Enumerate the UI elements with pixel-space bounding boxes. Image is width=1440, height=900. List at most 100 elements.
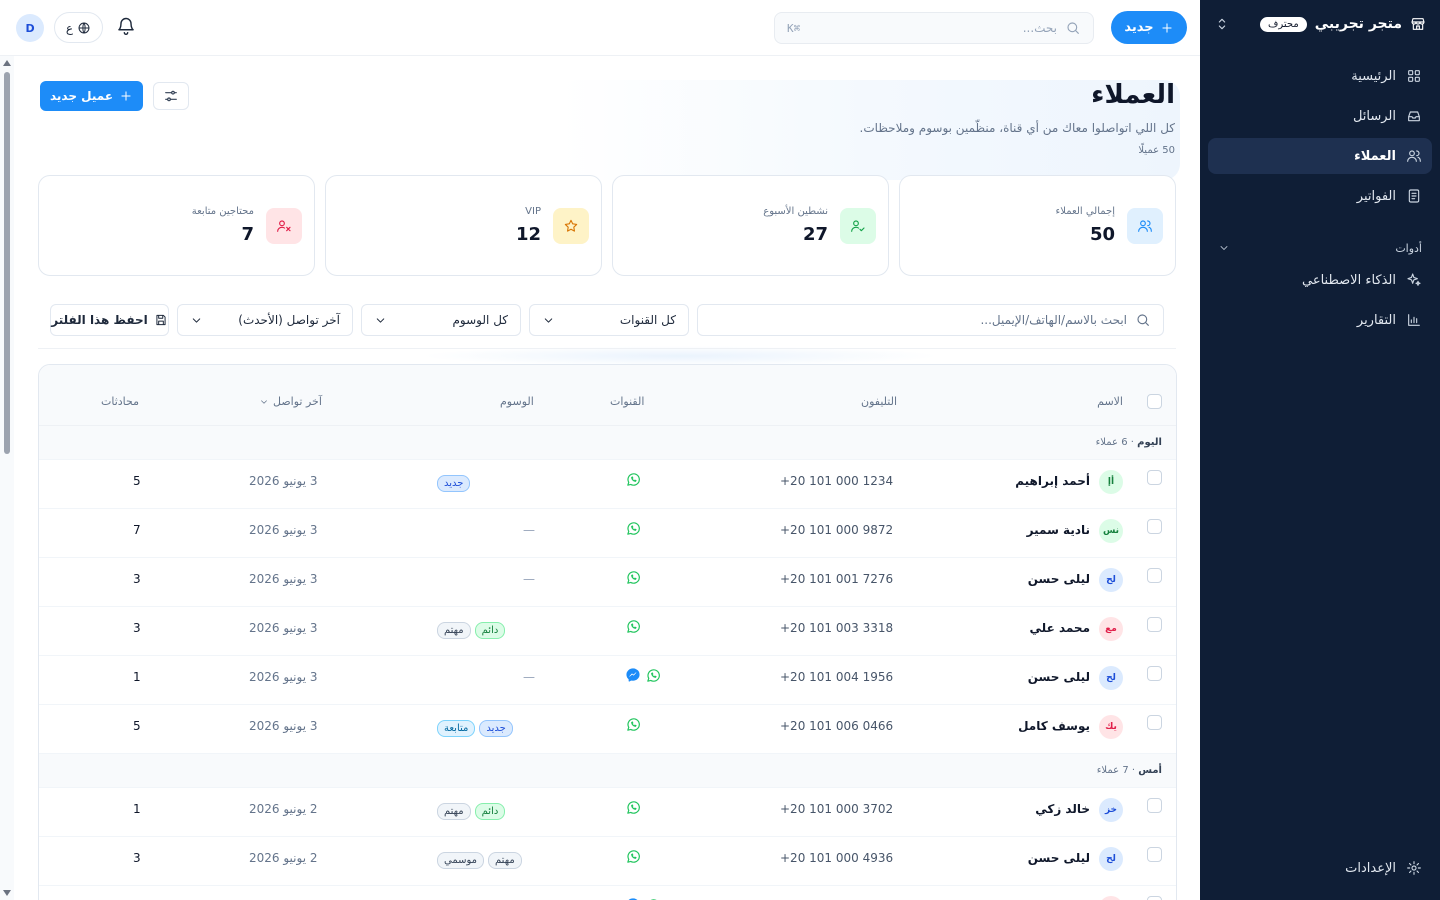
messenger-icon (625, 667, 641, 683)
sort-select[interactable]: آخر تواصل (الأحدث) (177, 304, 353, 336)
customer-name[interactable]: أحمد إبراهيم (1015, 474, 1090, 488)
table-row[interactable]: يك يوسف كامل +20 101 006 0466 متابعة جديد 3 ي… (39, 705, 1176, 754)
bar-chart-icon (1406, 312, 1422, 328)
row-checkbox[interactable] (1147, 470, 1162, 485)
sidebar-item-customers[interactable]: العملاء (1208, 138, 1432, 174)
stat-card-followup: محتاجين متابعة 7 (38, 175, 315, 276)
sidebar-item-invoices[interactable]: الفواتير (1208, 178, 1432, 214)
table-row[interactable]: لح ليلى حسن +20 101 000 4936 موسمي مهتم 2 يون… (39, 837, 1176, 886)
invoice-icon (1406, 188, 1422, 204)
table-row[interactable]: لح ليلى حسن +20 101 001 7276 — 3 يونيو 2026 3 (39, 558, 1176, 607)
workspace-name: متجر تجريبي (1314, 16, 1402, 32)
whatsapp-icon (625, 569, 642, 586)
table-row[interactable]: مع محمد علي +20 101 003 3318 مهتم دائم 3 يوني… (39, 607, 1176, 656)
table-header: الاسم التليفون القنوات الوسوم آخر تواصل … (39, 365, 1176, 426)
sidebar-item-settings[interactable]: الإعدادات (1208, 850, 1432, 886)
whatsapp-icon (645, 667, 662, 684)
sidebar: متجر تجريبي محترف الرئيسية الرسائل العمل… (1200, 0, 1440, 900)
row-checkbox[interactable] (1147, 896, 1162, 900)
language-switcher[interactable]: ع (54, 12, 103, 43)
row-checkbox[interactable] (1147, 847, 1162, 862)
view-options-button[interactable] (153, 82, 189, 110)
language-label: ع (65, 20, 74, 35)
scroll-down-arrow[interactable] (3, 890, 11, 896)
stat-value: 27 (802, 224, 828, 245)
customer-name[interactable]: نادية سمير (1027, 523, 1090, 537)
bell-icon[interactable] (116, 16, 136, 36)
page-title: العملاء (1091, 80, 1175, 110)
row-checkbox[interactable] (1147, 666, 1162, 681)
column-header-last-contact[interactable]: آخر تواصل (259, 395, 322, 408)
scroll-up-arrow[interactable] (3, 60, 11, 66)
scrollbar-thumb[interactable] (4, 72, 10, 454)
customer-name[interactable]: محمد علي (1030, 621, 1090, 635)
filter-divider (38, 348, 1176, 349)
column-header-channels[interactable]: القنوات (610, 395, 644, 408)
tag-badge: دائم (474, 803, 506, 820)
column-header-phone[interactable]: التليفون (861, 395, 897, 408)
select-all-checkbox[interactable] (1147, 394, 1162, 409)
workspace-switcher[interactable]: متجر تجريبي محترف (1214, 10, 1426, 38)
stat-label: إجمالي العملاء (1055, 206, 1115, 217)
add-customer-button[interactable]: عميل جديد (40, 81, 143, 111)
user-avatar[interactable]: D (16, 14, 44, 42)
customer-search-input[interactable]: ابحث بالاسم/الهاتف/الإيميل... (697, 304, 1164, 336)
tag-badge: دائم (474, 622, 506, 639)
user-check-icon (840, 208, 876, 244)
row-channels (625, 569, 642, 586)
tags-select[interactable]: كل الوسوم (361, 304, 521, 336)
new-button[interactable]: جديد (1111, 11, 1187, 44)
column-header-name[interactable]: الاسم (1097, 395, 1123, 408)
sidebar-section-tools[interactable]: أدوات (1208, 234, 1432, 262)
column-header-tags[interactable]: الوسوم (500, 395, 534, 408)
gear-icon (1406, 860, 1422, 876)
tag-badge: مهتم (488, 852, 522, 869)
row-checkbox[interactable] (1147, 568, 1162, 583)
sidebar-item-label: التقارير (1356, 312, 1396, 328)
column-header-conversations[interactable]: محادثات (101, 395, 139, 408)
stat-value: 7 (241, 224, 254, 245)
customer-name[interactable]: ليلى حسن (1028, 572, 1090, 586)
sidebar-item-ai[interactable]: الذكاء الاصطناعي (1208, 262, 1432, 298)
channels-select[interactable]: كل القنوات (529, 304, 689, 336)
customer-search-placeholder: ابحث بالاسم/الهاتف/الإيميل... (980, 313, 1127, 327)
sparkles-icon (1406, 272, 1422, 288)
no-tags-dash: — (523, 670, 535, 684)
last-contact-date: 3 يونيو 2026 (249, 523, 318, 537)
sidebar-item-messages[interactable]: الرسائل (1208, 98, 1432, 134)
sidebar-item-home[interactable]: الرئيسية (1208, 58, 1432, 94)
customer-name[interactable]: يوسف كامل (1018, 719, 1090, 733)
tag-badge: مهتم (437, 622, 471, 639)
table-row[interactable]: يكيوسف كامل+20 101 002 2446متابعةجديد2 ي… (39, 886, 1176, 900)
row-checkbox[interactable] (1147, 715, 1162, 730)
customer-name[interactable]: ليلى حسن (1028, 851, 1090, 865)
row-checkbox[interactable] (1147, 519, 1162, 534)
whatsapp-icon (625, 618, 642, 635)
stat-label: محتاجين متابعة (191, 206, 254, 217)
global-search-input[interactable]: بحث... ⌘K (774, 12, 1094, 44)
row-checkbox[interactable] (1147, 617, 1162, 632)
sidebar-nav: الرئيسية الرسائل العملاء الفواتير أدوات … (1208, 58, 1432, 342)
table-row[interactable]: نس نادية سمير +20 101 000 9872 — 3 يونيو 202… (39, 509, 1176, 558)
tags-select-value: كل الوسوم (452, 313, 509, 327)
whatsapp-icon (625, 716, 642, 733)
save-filter-button[interactable]: احفظ هذا الفلتر (50, 304, 169, 336)
customers-table: الاسم التليفون القنوات الوسوم آخر تواصل … (38, 364, 1177, 900)
last-contact-date: 3 يونيو 2026 (249, 572, 318, 586)
row-checkbox[interactable] (1147, 798, 1162, 813)
page-scrollbar[interactable] (0, 56, 14, 900)
table-row[interactable]: خز خالد زكي +20 101 000 3702 مهتم دائم 2 يوني… (39, 788, 1176, 837)
sidebar-item-reports[interactable]: التقارير (1208, 302, 1432, 338)
customer-phone: +20 101 000 3702 (780, 802, 894, 816)
row-channels (625, 618, 642, 635)
row-group-header: اليوم · 6 عملاء (39, 426, 1176, 460)
customer-name[interactable]: خالد زكي (1035, 802, 1090, 816)
avatar: خز (1099, 798, 1123, 822)
customer-name[interactable]: ليلى حسن (1028, 670, 1090, 684)
table-row[interactable]: أإ أحمد إبراهيم +20 101 000 1234 جديد 3 يوني… (39, 460, 1176, 509)
tag-badge: موسمي (437, 852, 485, 869)
no-tags-dash: — (523, 523, 535, 537)
table-row[interactable]: لح ليلى حسن +20 101 004 1956 — 3 يونيو 2026 1 (39, 656, 1176, 705)
topbar: جديد بحث... ⌘K ع D (0, 0, 1200, 56)
sidebar-item-label: الرئيسية (1351, 68, 1396, 84)
